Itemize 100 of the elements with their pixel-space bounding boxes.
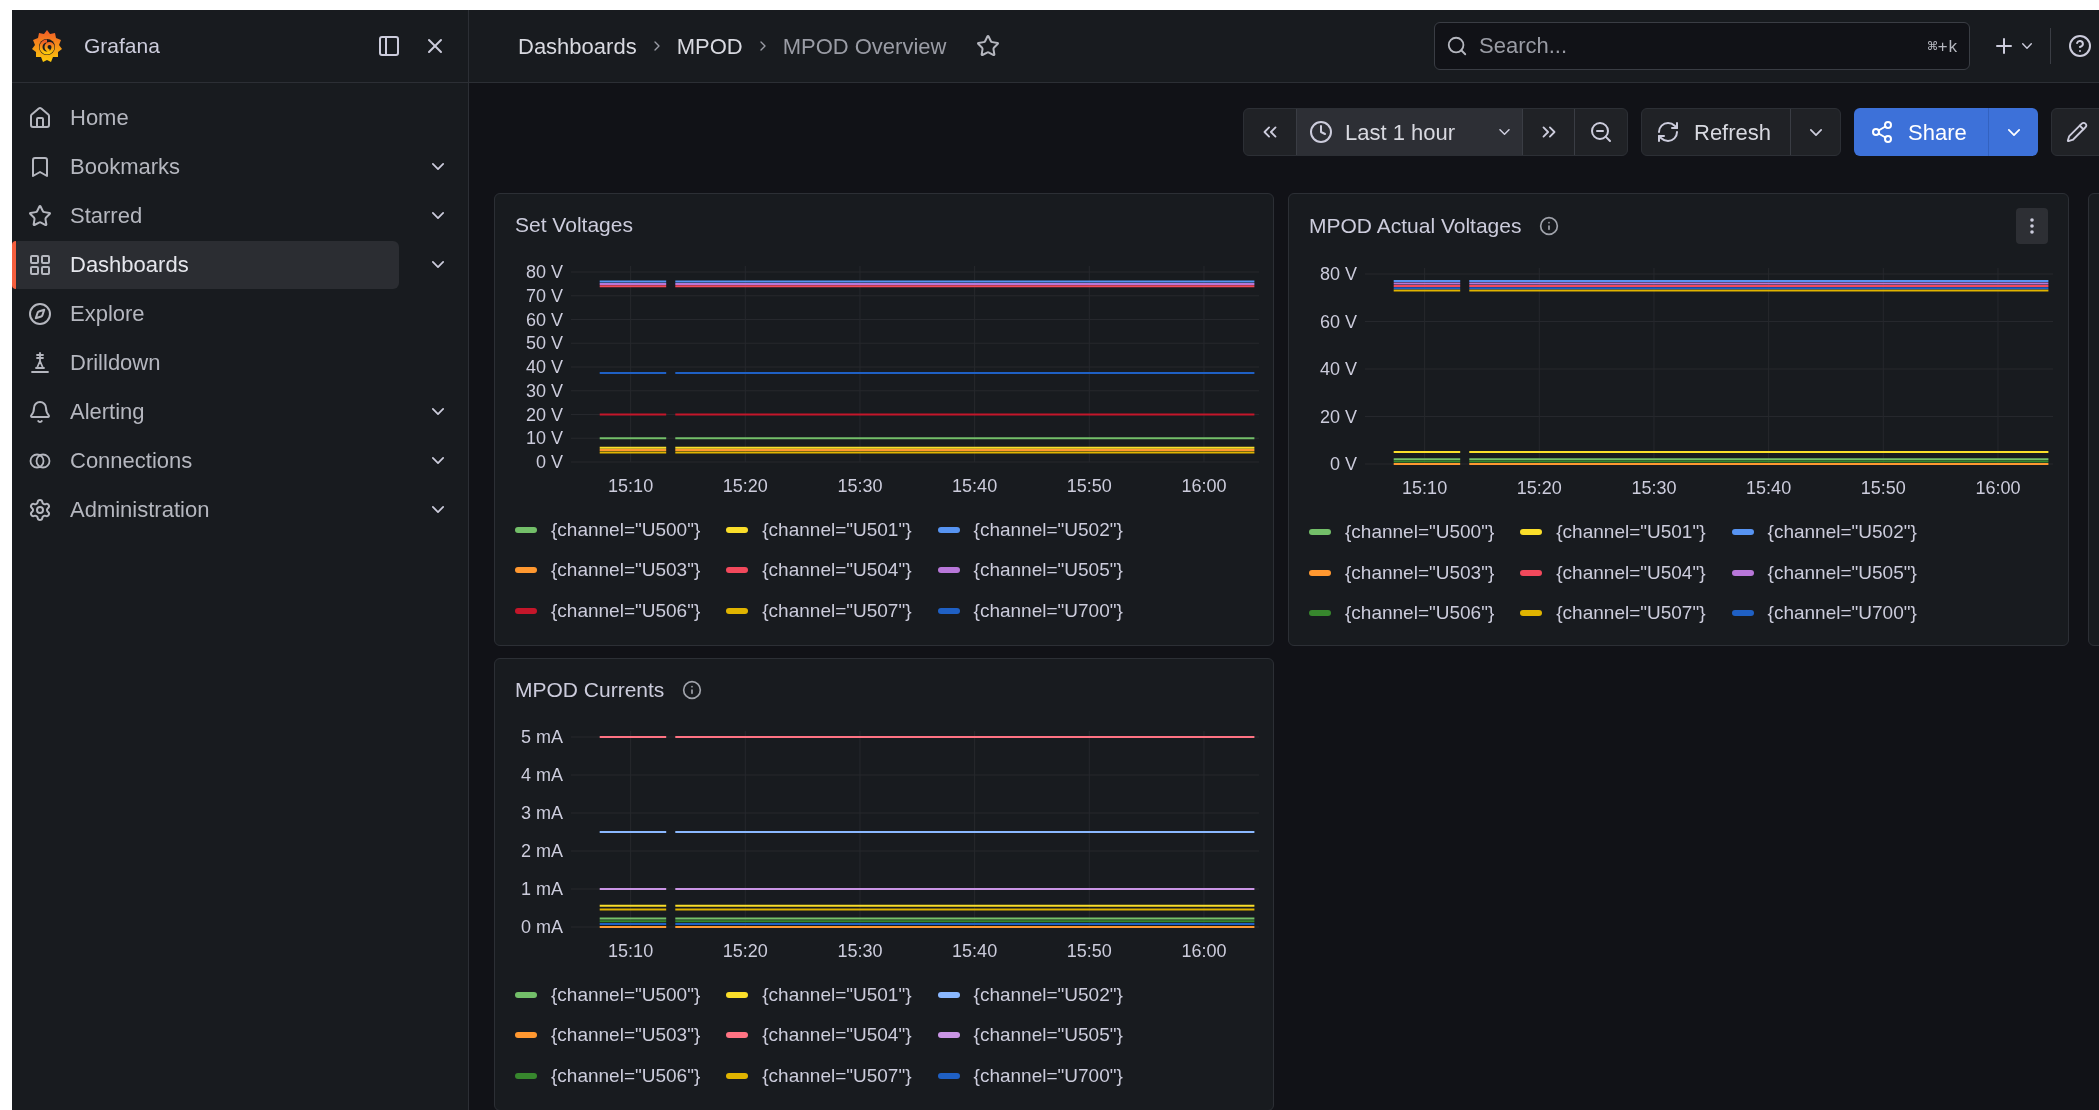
time-range-picker[interactable]: Last 1 hour: [1296, 109, 1523, 155]
nav-item[interactable]: Alerting: [12, 387, 400, 436]
chevron-down-icon: [1499, 129, 1510, 135]
chevron-down-icon: [2022, 43, 2032, 49]
axis-label: 16:00: [1181, 940, 1227, 961]
nav-item[interactable]: Home: [12, 93, 400, 142]
legend-label[interactable]: {channel="U700"}: [1767, 599, 1917, 628]
axis-label: 60 V: [525, 309, 563, 329]
axis-label: 15:10: [608, 475, 654, 496]
home-icon: [28, 105, 52, 130]
legend-label[interactable]: {channel="U505"}: [973, 556, 1123, 585]
axis-label: 20 V: [1319, 406, 1357, 427]
bell-icon: [28, 399, 52, 424]
chevron-down-icon: [432, 163, 445, 170]
legend-label[interactable]: {channel="U500"}: [551, 515, 701, 544]
axis-label: 0 V: [1329, 454, 1357, 474]
axis-label: 15:50: [1860, 478, 1906, 498]
axis-label: 15:40: [1746, 478, 1792, 498]
nav-item[interactable]: Explore: [12, 289, 400, 338]
panel-title: Set Voltages: [515, 212, 633, 238]
menu-icon: [2030, 218, 2034, 234]
legend-label[interactable]: {channel="U505"}: [1767, 558, 1917, 587]
legend-label[interactable]: {channel="U507"}: [762, 1061, 912, 1090]
drill-icon: [28, 350, 52, 375]
breadcrumb-link[interactable]: MPOD Overview: [782, 29, 947, 63]
axis-label: 15:30: [837, 475, 883, 496]
share-icon: [1870, 120, 1894, 144]
nav-label: Home: [70, 104, 129, 132]
nav-label: Starred: [70, 202, 143, 230]
legend-label[interactable]: {channel="U504"}: [1556, 558, 1706, 587]
nav-item[interactable]: Connections: [12, 436, 400, 485]
legend-label[interactable]: {channel="U501"}: [1556, 518, 1706, 547]
legend-label[interactable]: {channel="U501"}: [762, 515, 912, 544]
help-icon: [2068, 34, 2092, 58]
nav-label: Connections: [70, 447, 193, 475]
legend-label[interactable]: {channel="U506"}: [551, 596, 701, 625]
legend-label[interactable]: {channel="U500"}: [551, 980, 701, 1009]
nav-label: Drilldown: [70, 349, 161, 377]
axis-label: 2 mA: [521, 840, 563, 861]
pencil-icon: [2066, 121, 2088, 143]
nav-item[interactable]: Drilldown: [12, 338, 400, 387]
legend-label[interactable]: {channel="U500"}: [1345, 518, 1495, 547]
nav-item[interactable]: Administration: [12, 485, 400, 534]
axis-label: 80 V: [525, 261, 563, 282]
axis-label: 5 mA: [521, 726, 563, 747]
panel-title: MPOD Currents: [515, 677, 665, 703]
axis-label: 15:10: [608, 940, 654, 961]
axis-label: 15:20: [1516, 478, 1562, 498]
axis-label: 15:40: [952, 940, 998, 961]
legend-label[interactable]: {channel="U506"}: [551, 1061, 701, 1090]
axis-label: 50 V: [525, 332, 563, 353]
axis-label: 15:50: [1066, 475, 1112, 496]
info-icon[interactable]: [1539, 216, 1560, 236]
shortcut-hint: ⌘+k: [1927, 37, 1958, 59]
compass-icon: [28, 301, 52, 326]
chevron-down-icon: [432, 212, 445, 219]
info-icon[interactable]: [682, 679, 703, 700]
axis-label: 15:10: [1402, 478, 1448, 498]
legend-label[interactable]: {channel="U507"}: [762, 596, 912, 625]
legend-label[interactable]: {channel="U700"}: [973, 596, 1123, 625]
settings-icon: [28, 497, 52, 522]
clock-icon: [1309, 120, 1333, 144]
nav-label: Dashboards: [70, 251, 189, 279]
axis-label: 15:50: [1066, 940, 1112, 961]
nav-label: Administration: [70, 496, 210, 524]
axis-label: 0 mA: [521, 916, 563, 937]
legend-label[interactable]: {channel="U501"}: [762, 980, 912, 1009]
star-icon: [976, 34, 1001, 58]
nav-item[interactable]: Dashboards: [12, 240, 400, 289]
breadcrumb-link[interactable]: MPOD: [676, 29, 743, 63]
legend-label[interactable]: {channel="U502"}: [973, 980, 1123, 1009]
axis-label: 80 V: [1319, 264, 1357, 284]
legend-label[interactable]: {channel="U502"}: [1767, 518, 1917, 547]
legend-label[interactable]: {channel="U503"}: [551, 556, 701, 585]
legend-label[interactable]: {channel="U506"}: [1345, 599, 1495, 628]
axis-label: 1 mA: [521, 878, 563, 899]
zoom-out-icon: [1589, 120, 1613, 144]
grid-icon: [28, 252, 52, 277]
axis-label: 16:00: [1181, 475, 1227, 496]
legend-label[interactable]: {channel="U505"}: [973, 1021, 1123, 1050]
axis-label: 15:30: [1631, 478, 1677, 498]
legend-label[interactable]: {channel="U504"}: [762, 1021, 912, 1050]
panel-title: MPOD Actual Voltages: [1309, 213, 1522, 240]
legend-label[interactable]: {channel="U507"}: [1556, 599, 1706, 628]
menu-button[interactable]: [2016, 208, 2048, 244]
legend-label[interactable]: {channel="U503"}: [551, 1021, 701, 1050]
legend-label[interactable]: {channel="U503"}: [1345, 558, 1495, 587]
axis-label: 15:20: [722, 940, 768, 961]
legend-label[interactable]: {channel="U700"}: [973, 1061, 1123, 1090]
axis-label: 20 V: [525, 404, 563, 424]
nav-item[interactable]: Starred: [12, 191, 400, 240]
legend-label[interactable]: {channel="U502"}: [973, 515, 1123, 544]
axis-label: 16:00: [1975, 478, 2021, 498]
axis-label: 40 V: [1319, 359, 1357, 379]
nav-item[interactable]: Bookmarks: [12, 142, 400, 191]
axis-label: 15:40: [952, 475, 998, 496]
legend-label[interactable]: {channel="U504"}: [762, 556, 912, 585]
logo-icon: [30, 28, 64, 64]
breadcrumb-link[interactable]: Dashboards: [518, 29, 637, 63]
axis-label: 4 mA: [521, 764, 563, 785]
